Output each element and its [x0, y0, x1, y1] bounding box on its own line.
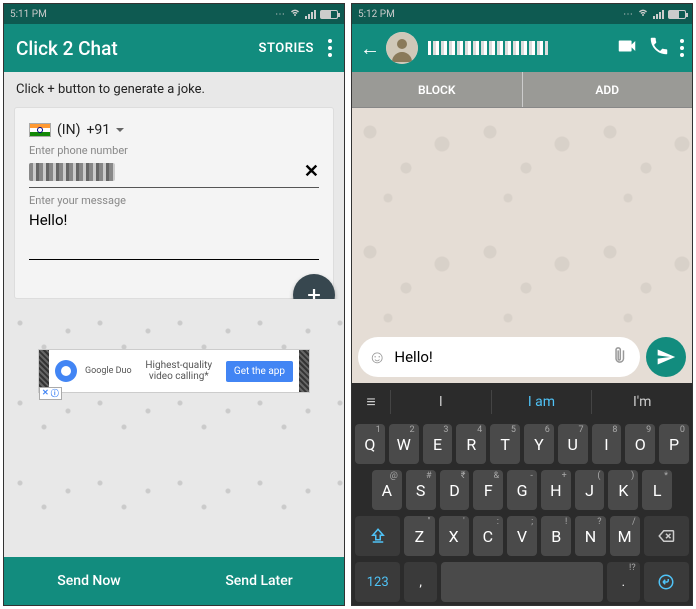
key-y[interactable]: Y6	[524, 424, 554, 464]
key-t[interactable]: T5	[490, 424, 520, 464]
message-label: Enter your message	[29, 194, 319, 207]
background-area: Google Duo Highest-quality video calling…	[4, 299, 344, 557]
country-selector[interactable]: (IN) +91	[29, 122, 319, 138]
emoji-icon[interactable]: ☺	[368, 347, 386, 368]
overflow-menu-icon[interactable]	[328, 39, 332, 57]
ad-badge[interactable]: ✕ⓘ	[39, 387, 62, 400]
battery-icon	[668, 10, 686, 19]
suggestion-bar: ≡ I I am I'm	[352, 383, 692, 421]
keyboard-toggle-icon[interactable]: ≡	[352, 392, 390, 412]
key-backspace[interactable]	[644, 516, 689, 556]
suggestion-2[interactable]: I am	[491, 390, 592, 414]
wifi-icon	[637, 7, 649, 22]
key-period[interactable]: .!?	[607, 562, 639, 602]
phone-label: Enter phone number	[29, 144, 319, 157]
key-r[interactable]: R4	[456, 424, 486, 464]
phone-left: 5:11 PM ⋯ Click 2 Chat STORIES Click + b…	[3, 3, 345, 606]
block-button[interactable]: BLOCK	[352, 72, 523, 107]
video-call-icon[interactable]	[616, 35, 638, 61]
key-o[interactable]: O9	[625, 424, 655, 464]
key-f[interactable]: F&	[473, 470, 503, 510]
key-q[interactable]: Q1	[355, 424, 385, 464]
status-time: 5:12 PM	[358, 9, 395, 20]
key-comma[interactable]: ,	[404, 562, 436, 602]
footer-bar: Send Now Send Later	[4, 557, 344, 605]
block-add-row: BLOCK ADD	[352, 72, 692, 108]
tip-text: Click + button to generate a joke.	[4, 72, 344, 103]
dial-code: +91	[86, 122, 110, 138]
overflow-menu-icon[interactable]	[680, 39, 684, 57]
chat-background	[352, 108, 692, 331]
message-input-row: ☺ Hello!	[352, 331, 692, 383]
send-button[interactable]	[646, 337, 686, 377]
suggestion-1[interactable]: I	[390, 390, 491, 414]
key-l[interactable]: L*	[642, 470, 672, 510]
stories-button[interactable]: STORIES	[259, 41, 314, 56]
key-d[interactable]: D₹	[440, 470, 470, 510]
attach-icon[interactable]	[607, 343, 636, 372]
key-k[interactable]: K)	[608, 470, 638, 510]
key-s[interactable]: S#	[406, 470, 436, 510]
phone-right: 5:12 PM ⋯ ← BLOCK ADD ☺	[351, 3, 693, 606]
key-b[interactable]: B!	[541, 516, 571, 556]
key-v[interactable]: V;	[507, 516, 537, 556]
key-shift[interactable]	[355, 516, 400, 556]
message-text[interactable]: Hello!	[394, 348, 604, 366]
key-p[interactable]: P0	[659, 424, 689, 464]
ad-banner[interactable]: Google Duo Highest-quality video calling…	[38, 349, 310, 393]
compose-card: (IN) +91 Enter phone number ✕ Enter your…	[14, 107, 334, 299]
ad-brand: Google Duo	[85, 366, 132, 376]
ad-cta-button[interactable]: Get the app	[226, 361, 293, 382]
suggestion-3[interactable]: I'm	[591, 390, 692, 414]
country-code: (IN)	[57, 122, 80, 138]
india-flag-icon	[29, 123, 51, 137]
back-button[interactable]: ←	[360, 36, 380, 61]
avatar[interactable]	[386, 32, 418, 64]
status-bar: 5:12 PM ⋯	[352, 4, 692, 24]
send-later-button[interactable]: Send Later	[174, 557, 344, 605]
contact-name[interactable]	[428, 41, 606, 55]
key-enter[interactable]	[644, 562, 689, 602]
key-g[interactable]: G-	[507, 470, 537, 510]
phone-input[interactable]	[29, 157, 319, 188]
key-h[interactable]: H+	[541, 470, 571, 510]
battery-icon	[320, 10, 338, 19]
app-title: Click 2 Chat	[16, 37, 259, 60]
duo-icon	[55, 360, 77, 382]
key-i[interactable]: I8	[592, 424, 622, 464]
message-input[interactable]: Hello!	[29, 211, 319, 260]
key-a[interactable]: A@	[372, 470, 402, 510]
app-bar: Click 2 Chat STORIES	[4, 24, 344, 72]
signal-icon	[653, 10, 664, 19]
chat-app-bar: ←	[352, 24, 692, 72]
key-c[interactable]: C:	[473, 516, 503, 556]
ad-text: Highest-quality video calling*	[138, 360, 220, 382]
keyboard: ≡ I I am I'm Q1W2E3R4T5Y6U7I8O9P0 A@S#D₹…	[352, 383, 692, 605]
key-m[interactable]: M/	[610, 516, 640, 556]
add-button[interactable]: ADD	[523, 72, 693, 107]
wifi-icon	[289, 7, 301, 22]
send-now-button[interactable]: Send Now	[4, 557, 174, 605]
more-indicator-icon: ⋯	[275, 9, 285, 20]
chevron-down-icon	[116, 128, 124, 132]
key-n[interactable]: N?	[575, 516, 605, 556]
status-bar: 5:11 PM ⋯	[4, 4, 344, 24]
voice-call-icon[interactable]	[648, 35, 670, 61]
key-u[interactable]: U7	[558, 424, 588, 464]
key-space[interactable]	[441, 562, 603, 602]
key-symbols[interactable]: 123	[355, 562, 400, 602]
key-z[interactable]: Z"	[404, 516, 434, 556]
key-j[interactable]: J(	[575, 470, 605, 510]
clear-icon[interactable]: ✕	[304, 161, 319, 182]
key-e[interactable]: E3	[423, 424, 453, 464]
message-box[interactable]: ☺ Hello!	[358, 337, 640, 377]
more-indicator-icon: ⋯	[623, 9, 633, 20]
signal-icon	[305, 10, 316, 19]
status-time: 5:11 PM	[10, 9, 47, 20]
key-x[interactable]: X'	[439, 516, 469, 556]
key-w[interactable]: W2	[389, 424, 419, 464]
